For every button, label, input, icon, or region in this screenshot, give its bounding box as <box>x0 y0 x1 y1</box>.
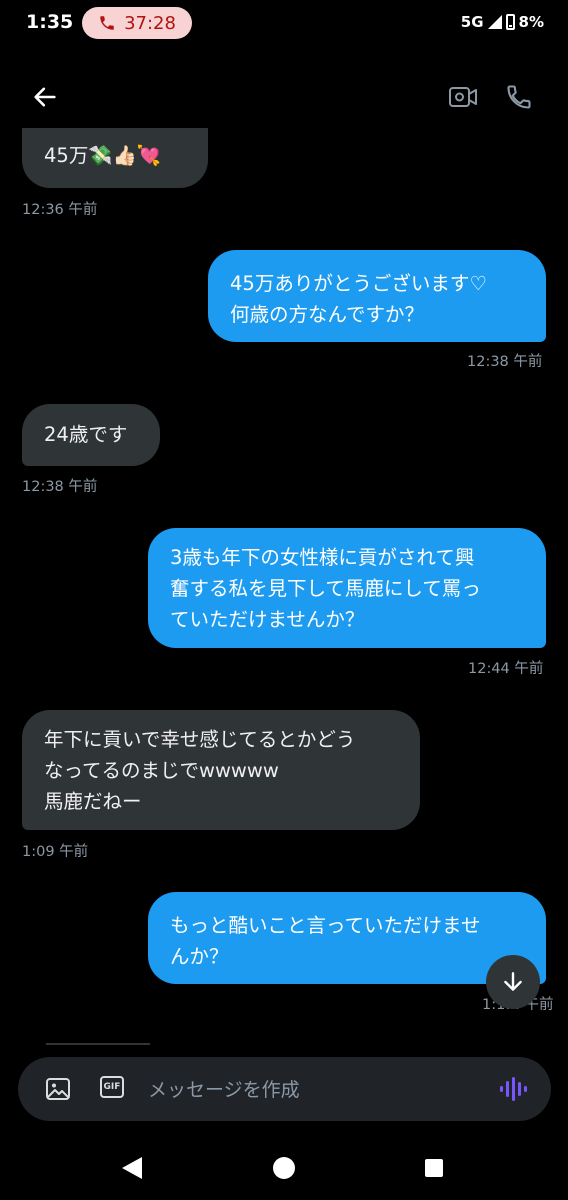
outgoing-message-bubble[interactable]: 3歳も年下の女性様に貢がされて興 奮する私を見下して馬鹿にして罵っ ていただけま… <box>148 528 546 648</box>
conversation-header <box>0 62 568 132</box>
incoming-message-bubble[interactable]: 45万💸👍🏻💘 <box>22 128 208 188</box>
divider <box>46 1043 150 1045</box>
gif-button[interactable]: GIF <box>100 1076 124 1098</box>
status-time: 1:35 <box>26 11 74 33</box>
voice-call-button[interactable] <box>500 78 538 116</box>
message-timestamp: 12:44 午前 <box>468 661 544 677</box>
circle-home-icon <box>273 1157 295 1179</box>
back-button[interactable] <box>26 78 64 116</box>
message-timestamp: 12:38 午前 <box>467 354 543 370</box>
add-image-button[interactable] <box>44 1076 72 1102</box>
scroll-to-bottom-button[interactable] <box>486 955 540 1009</box>
message-composer: GIF メッセージを作成 <box>18 1057 551 1121</box>
ongoing-call-pill[interactable]: 37:28 <box>82 7 192 39</box>
nav-recents-button[interactable] <box>420 1154 448 1182</box>
message-line: なってるのまじでwwwww <box>44 759 279 782</box>
message-timestamp: 12:36 午前 <box>22 202 98 218</box>
outgoing-message-bubble[interactable]: もっと酷いこと言っていただけませ んか？ <box>148 892 546 984</box>
signal-icon <box>487 15 502 29</box>
battery-level: 8% <box>518 13 544 31</box>
outgoing-message-bubble[interactable]: 45万ありがとうございます♡ 何歳の方なんですか？ <box>208 250 546 342</box>
triangle-back-icon <box>122 1157 142 1179</box>
status-indicators: 5G 8% <box>461 13 544 31</box>
message-line: もっと酷いこと言っていただけませ <box>170 914 481 937</box>
video-call-button[interactable] <box>444 78 482 116</box>
square-recents-icon <box>425 1159 443 1177</box>
voice-wave-icon <box>500 1077 527 1101</box>
phone-icon <box>507 85 531 109</box>
message-line: 3歳も年下の女性様に貢がされて興 <box>170 546 475 569</box>
nav-home-button[interactable] <box>270 1154 298 1182</box>
image-icon <box>46 1078 70 1100</box>
network-type: 5G <box>460 13 484 31</box>
voice-message-button[interactable] <box>498 1075 528 1107</box>
message-line: 年下に貢いで幸せ感じてるとかどう <box>44 728 356 751</box>
message-line: 45万ありがとうございます♡ <box>230 272 487 295</box>
message-timestamp: 12:38 午前 <box>22 479 98 495</box>
arrow-left-icon <box>34 87 56 107</box>
message-timestamp: 1:09 午前 <box>22 844 89 860</box>
battery-icon <box>505 14 515 30</box>
message-line: ていただけませんか？ <box>170 608 365 631</box>
message-text: 24歳です <box>44 423 128 446</box>
message-line: んか？ <box>170 945 229 968</box>
message-input[interactable]: メッセージを作成 <box>148 1075 300 1102</box>
arrow-down-icon <box>504 972 522 991</box>
status-bar: 1:35 37:28 5G 8% <box>0 0 568 46</box>
incoming-message-bubble[interactable]: 年下に貢いで幸せ感じてるとかどう なってるのまじでwwwww 馬鹿だねー <box>22 710 420 830</box>
message-text: 45万💸👍🏻💘 <box>44 144 162 167</box>
message-line: 馬鹿だねー <box>44 790 142 813</box>
video-camera-icon <box>449 87 477 107</box>
message-line: 奮する私を見下して馬鹿にして罵っ <box>170 577 481 600</box>
incoming-message-bubble[interactable]: 24歳です <box>22 404 160 466</box>
nav-back-button[interactable] <box>118 1154 146 1182</box>
call-timer: 37:28 <box>124 12 176 34</box>
phone-call-icon <box>100 16 114 30</box>
message-line: 何歳の方なんですか？ <box>230 303 425 326</box>
system-navigation-bar <box>0 1140 568 1200</box>
